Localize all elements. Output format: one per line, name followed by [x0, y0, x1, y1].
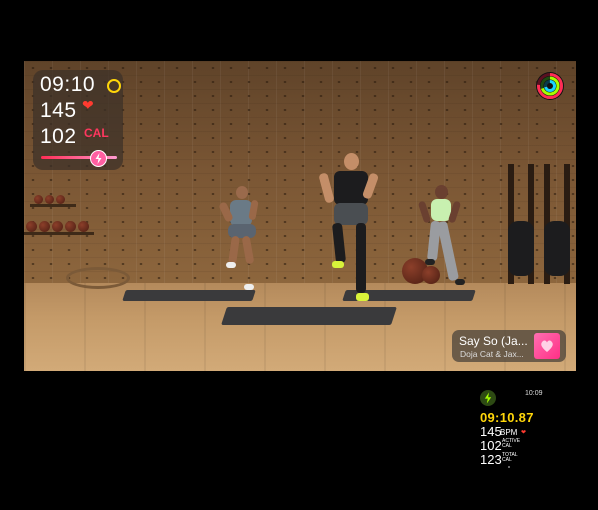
page-indicator	[508, 466, 510, 468]
watch-active-cal-value: 102	[480, 438, 502, 453]
shelf	[24, 232, 94, 235]
workout-metrics-card: 09:10 145 ❤ 102 CAL	[33, 70, 123, 170]
track-artist: Doja Cat & Jax...	[460, 349, 524, 359]
shelf	[30, 204, 76, 207]
now-playing-card[interactable]: Say So (Ja... Doja Cat & Jax...	[452, 330, 566, 362]
watch-bpm-value: 145	[480, 424, 502, 439]
med-ball	[52, 221, 63, 232]
activity-rings-icon	[535, 71, 565, 101]
med-ball	[422, 266, 440, 284]
watch-total-cal-unit: TOTAL CAL	[502, 452, 518, 463]
med-ball	[45, 195, 54, 204]
watch-total-cal-value: 123	[480, 452, 502, 467]
watch-clock: 10:09	[525, 390, 543, 397]
heart-rate-value: 145	[40, 99, 77, 122]
watch-bpm-unit: BPM	[500, 428, 518, 437]
exercise-mat	[221, 307, 397, 325]
calories-unit: CAL	[84, 126, 109, 140]
med-ball	[26, 221, 37, 232]
album-art-icon	[534, 333, 560, 359]
heart-icon: ❤	[521, 430, 527, 436]
med-ball	[39, 221, 50, 232]
exercise-mat	[122, 290, 256, 301]
elapsed-time: 09:10	[40, 73, 96, 96]
watch-active-cal-unit: ACTIVE CAL	[502, 438, 521, 449]
med-ball	[78, 221, 89, 232]
lightning-icon	[90, 150, 107, 167]
rower-seat	[544, 221, 570, 276]
calories-value: 102	[40, 125, 77, 148]
med-ball	[65, 221, 76, 232]
rope-coil	[66, 267, 130, 289]
track-title: Say So (Ja...	[459, 334, 528, 348]
heart-icon: ❤	[82, 97, 94, 113]
watch-workout-screen: 10:09 09:10.87 145 BPM ❤ 102 ACTIVE CAL 1…	[476, 385, 546, 475]
med-ball	[56, 195, 65, 204]
rower-seat	[508, 221, 534, 276]
ring-icon	[107, 79, 121, 93]
watch-elapsed-time: 09:10.87	[480, 410, 534, 425]
med-ball	[34, 195, 43, 204]
lightning-icon	[480, 390, 496, 406]
